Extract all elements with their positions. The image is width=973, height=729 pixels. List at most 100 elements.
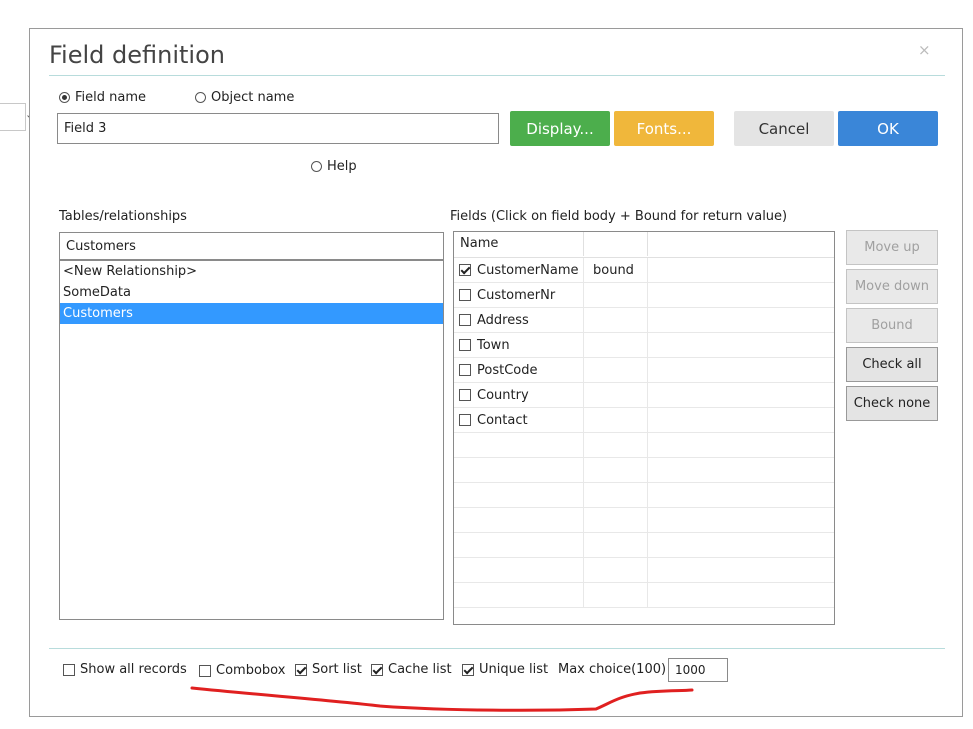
move-down-button[interactable]: Move down (846, 269, 938, 304)
field-name-cell[interactable]: Contact (454, 408, 584, 432)
show-all-records-checkbox[interactable] (63, 663, 75, 676)
empty-row (454, 458, 834, 483)
field-checkbox[interactable] (459, 389, 471, 401)
spare-cell (648, 333, 834, 357)
bound-cell[interactable]: bound (584, 258, 648, 282)
table-row[interactable]: Address (454, 308, 834, 333)
empty-cell (454, 508, 584, 532)
unique-list-checkbox[interactable] (462, 663, 474, 676)
field-checkbox[interactable] (459, 264, 471, 276)
empty-cell (454, 583, 584, 607)
spare-cell (648, 308, 834, 332)
empty-cell (584, 533, 648, 557)
field-checkbox[interactable] (459, 314, 471, 326)
close-icon[interactable]: × (918, 41, 931, 59)
field-checkbox[interactable] (459, 414, 471, 426)
sort-list-option[interactable]: Sort list (295, 662, 362, 677)
field-name-text: Contact (477, 412, 528, 428)
list-item[interactable]: <New Relationship> (60, 261, 443, 282)
field-checkbox[interactable] (459, 289, 471, 301)
show-all-records-option[interactable]: Show all records (63, 662, 187, 677)
bound-cell[interactable] (584, 358, 648, 382)
unique-list-option[interactable]: Unique list (462, 662, 548, 677)
help-radio[interactable]: Help (311, 159, 357, 174)
field-name-cell[interactable]: Country (454, 383, 584, 407)
empty-row (454, 558, 834, 583)
empty-cell (584, 483, 648, 507)
unique-list-label: Unique list (479, 662, 549, 677)
radio-unselected-icon (311, 161, 322, 172)
cache-list-option[interactable]: Cache list (371, 662, 452, 677)
empty-cell (454, 558, 584, 582)
fields-label: Fields (Click on field body + Bound for … (450, 209, 788, 224)
empty-cell (648, 483, 834, 507)
table-row[interactable]: CustomerNr (454, 283, 834, 308)
empty-cell (648, 508, 834, 532)
fields-grid[interactable]: Name CustomerName bound CustomerNr Address T… (453, 231, 835, 625)
field-name-text: CustomerName (477, 262, 579, 278)
spare-cell (648, 408, 834, 432)
check-none-button[interactable]: Check none (846, 386, 938, 421)
list-item[interactable]: Customers (60, 303, 443, 324)
field-name-radio[interactable]: Field name (59, 90, 146, 105)
display-button[interactable]: Display... (510, 111, 610, 146)
field-name-text: Country (477, 387, 529, 403)
field-name-cell[interactable]: PostCode (454, 358, 584, 382)
field-name-cell[interactable]: CustomerName (454, 258, 584, 282)
empty-cell (584, 458, 648, 482)
max-choice-input[interactable] (668, 658, 728, 682)
spare-cell (648, 358, 834, 382)
empty-cell (454, 433, 584, 457)
cancel-button[interactable]: Cancel (734, 111, 834, 146)
bound-cell[interactable] (584, 408, 648, 432)
background-window-field (0, 103, 26, 131)
list-item[interactable]: SomeData (60, 282, 443, 303)
field-name-text: Town (477, 337, 510, 353)
combobox-checkbox[interactable] (199, 664, 211, 677)
table-row[interactable]: Country (454, 383, 834, 408)
object-name-label: Object name (211, 90, 295, 105)
ok-button[interactable]: OK (838, 111, 938, 146)
field-checkbox[interactable] (459, 364, 471, 376)
bound-cell[interactable] (584, 308, 648, 332)
move-up-button[interactable]: Move up (846, 230, 938, 265)
empty-cell (648, 583, 834, 607)
bound-cell[interactable] (584, 283, 648, 307)
empty-row (454, 433, 834, 458)
field-definition-dialog: Field definition × Field name Object nam… (29, 28, 963, 717)
table-row[interactable]: PostCode (454, 358, 834, 383)
grid-header: Name (454, 232, 834, 258)
empty-cell (454, 483, 584, 507)
name-column-header[interactable]: Name (454, 232, 584, 256)
dialog-title: Field definition (49, 41, 225, 69)
object-name-radio[interactable]: Object name (195, 90, 294, 105)
bound-cell[interactable] (584, 383, 648, 407)
radio-selected-icon (59, 92, 70, 103)
sort-list-checkbox[interactable] (295, 663, 307, 676)
empty-row (454, 533, 834, 558)
empty-cell (584, 433, 648, 457)
table-row[interactable]: CustomerName bound (454, 258, 834, 283)
field-name-cell[interactable]: Town (454, 333, 584, 357)
show-all-records-label: Show all records (80, 662, 187, 677)
max-choice-label: Max choice(100) (558, 662, 667, 677)
table-row[interactable]: Town (454, 333, 834, 358)
name-input[interactable] (57, 113, 499, 144)
table-row[interactable]: Contact (454, 408, 834, 433)
empty-cell (454, 533, 584, 557)
field-name-cell[interactable]: CustomerNr (454, 283, 584, 307)
bound-button[interactable]: Bound (846, 308, 938, 343)
field-name-cell[interactable]: Address (454, 308, 584, 332)
field-checkbox[interactable] (459, 339, 471, 351)
radio-unselected-icon (195, 92, 206, 103)
combobox-option[interactable]: Combobox (199, 663, 285, 678)
table-input[interactable] (59, 232, 444, 260)
empty-row (454, 483, 834, 508)
spare-cell (648, 258, 834, 282)
fonts-button[interactable]: Fonts... (614, 111, 714, 146)
check-all-button[interactable]: Check all (846, 347, 938, 382)
bound-cell[interactable] (584, 333, 648, 357)
tables-listbox[interactable]: <New Relationship> SomeData Customers (59, 260, 444, 620)
cache-list-checkbox[interactable] (371, 663, 383, 676)
bound-column-header[interactable] (584, 232, 648, 256)
